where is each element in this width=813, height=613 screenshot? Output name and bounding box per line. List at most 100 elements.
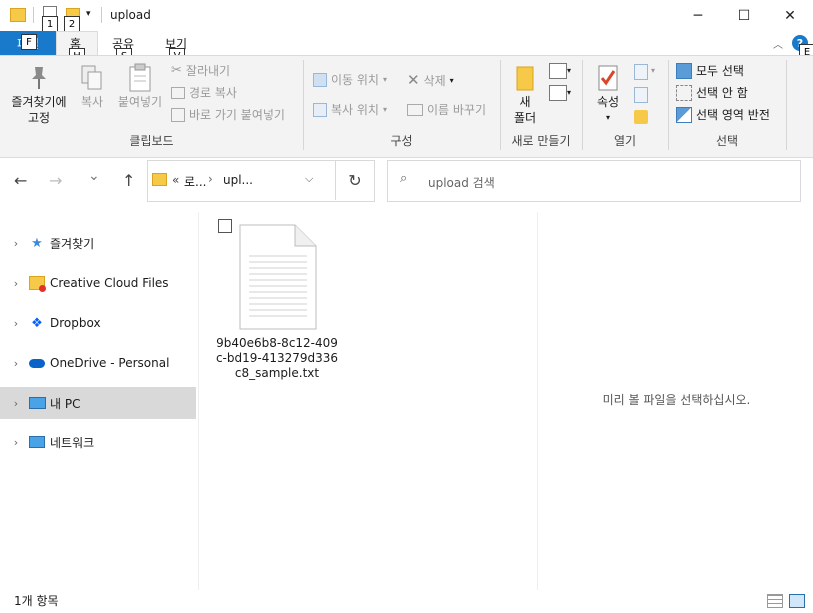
- sidebar-item-this-pc[interactable]: › 내 PC: [0, 387, 196, 419]
- sidebar-item-label: 내 PC: [50, 396, 81, 411]
- copy-button[interactable]: 복사: [74, 62, 110, 110]
- cut-label: 잘라내기: [185, 64, 231, 78]
- expand-chevron-icon[interactable]: ›: [4, 237, 28, 250]
- invert-selection-icon: [676, 106, 692, 123]
- sidebar-item-quick-access[interactable]: › ★ 즐겨찾기: [0, 227, 196, 259]
- edit-icon[interactable]: [634, 87, 648, 103]
- easy-access-icon[interactable]: [549, 85, 567, 101]
- paste-shortcut-button[interactable]: 바로 가기 붙여넣기: [171, 106, 285, 123]
- pane-divider: [537, 212, 538, 590]
- rename-icon: [407, 103, 423, 116]
- rename-button[interactable]: 이름 바꾸기: [407, 101, 486, 118]
- text-file-icon: [239, 224, 317, 330]
- properties-button[interactable]: 속성 ▾: [590, 62, 626, 126]
- sidebar-item-onedrive[interactable]: › OneDrive - Personal: [0, 347, 196, 379]
- breadcrumb-prefix[interactable]: «: [172, 173, 179, 187]
- group-clipboard: 클립보드: [129, 134, 174, 148]
- sidebar-item-network[interactable]: › 네트워크: [0, 426, 196, 458]
- scissors-icon: ✂: [171, 63, 182, 78]
- expand-chevron-icon[interactable]: ›: [4, 436, 28, 449]
- monitor-icon: [28, 395, 46, 411]
- details-view-icon[interactable]: [767, 594, 783, 608]
- paste-shortcut-icon: [171, 107, 185, 122]
- chevron-down-icon: ▾: [382, 105, 387, 114]
- large-icons-view-icon[interactable]: [789, 594, 805, 608]
- pin-label-1: 즐겨찾기에: [11, 95, 67, 109]
- expand-chevron-icon[interactable]: ›: [4, 277, 28, 290]
- up-button[interactable]: ↑: [122, 171, 135, 190]
- maximize-button[interactable]: ☐: [721, 0, 767, 31]
- breadcrumb-item[interactable]: upl...: [223, 173, 253, 187]
- minimize-button[interactable]: ─: [675, 0, 721, 31]
- new-folder-button[interactable]: 새 폴더: [506, 62, 544, 126]
- paste-shortcut-label: 바로 가기 붙여넣기: [189, 108, 285, 122]
- open-icon[interactable]: [634, 64, 648, 80]
- new-item-icon[interactable]: [549, 63, 567, 79]
- invert-selection-button[interactable]: 선택 영역 반전: [676, 106, 770, 123]
- new-folder-label-2: 폴더: [513, 111, 537, 125]
- qat-dropdown-icon[interactable]: ▾: [86, 9, 91, 19]
- expand-chevron-icon[interactable]: ›: [4, 357, 28, 370]
- sidebar-item-creative-cloud[interactable]: › Creative Cloud Files: [0, 267, 196, 299]
- copy-to-button[interactable]: 복사 위치 ▾: [313, 101, 387, 118]
- move-to-button[interactable]: 이동 위치 ▾: [313, 71, 387, 88]
- select-all-button[interactable]: 모두 선택: [676, 62, 744, 79]
- address-dropdown-icon[interactable]: ⌵: [305, 172, 313, 186]
- new-folder-icon: [516, 66, 534, 91]
- file-name-line: c-bd19-413279d336: [215, 351, 339, 365]
- refresh-button[interactable]: ↻: [335, 160, 374, 200]
- sidebar-item-label: 즐겨찾기: [50, 236, 95, 251]
- move-to-label: 이동 위치: [331, 73, 379, 87]
- search-input[interactable]: upload 검색: [428, 174, 495, 191]
- copy-path-label: 경로 복사: [189, 86, 237, 100]
- forward-button[interactable]: →: [49, 171, 62, 190]
- invert-selection-label: 선택 영역 반전: [696, 108, 770, 122]
- network-icon: [28, 434, 46, 450]
- copy-path-button[interactable]: 경로 복사: [171, 84, 237, 101]
- close-button[interactable]: ✕: [767, 0, 813, 31]
- qat-keytip-2: 2: [64, 16, 80, 32]
- breadcrumb-item[interactable]: 로...: [184, 173, 206, 190]
- pane-divider: [198, 212, 199, 590]
- group-organize: 구성: [390, 134, 413, 148]
- chevron-down-icon: ▾: [449, 75, 454, 85]
- search-icon: ⌕: [400, 171, 408, 186]
- sidebar-item-label: 네트워크: [50, 435, 95, 450]
- dropbox-icon: ❖: [31, 315, 43, 331]
- recent-locations-button[interactable]: ⌄: [88, 168, 100, 184]
- cut-button[interactable]: ✂ 잘라내기: [171, 62, 230, 79]
- copy-to-icon: [313, 102, 327, 117]
- expand-chevron-icon[interactable]: ›: [4, 317, 28, 330]
- chevron-down-icon: ▾: [605, 113, 610, 122]
- collapse-ribbon-icon[interactable]: ︿: [773, 36, 783, 51]
- select-none-icon: [676, 84, 692, 101]
- delete-button[interactable]: ✕ 삭제 ▾: [407, 71, 454, 89]
- properties-label: 속성: [596, 95, 620, 109]
- paste-icon: [129, 63, 151, 92]
- select-none-button[interactable]: 선택 안 함: [676, 84, 748, 101]
- qat-separator: [33, 7, 34, 23]
- title-separator: [101, 7, 102, 23]
- group-select: 선택: [715, 134, 739, 148]
- chevron-down-icon: ▾: [567, 88, 572, 97]
- preview-message: 미리 볼 파일을 선택하십시오.: [602, 393, 751, 407]
- creative-cloud-folder-icon: [28, 275, 46, 292]
- expand-chevron-icon[interactable]: ›: [4, 397, 28, 410]
- pin-to-quick-access-button[interactable]: 즐겨찾기에 고정: [6, 62, 72, 126]
- sidebar-item-label: Dropbox: [50, 316, 101, 330]
- new-folder-label-1: 새: [519, 95, 531, 109]
- qat-keytip-1: 1: [42, 16, 58, 32]
- file-name-line: 9b40e6b8-8c12-409: [216, 336, 338, 350]
- sidebar-item-label: OneDrive - Personal: [50, 356, 170, 370]
- pin-icon: [32, 67, 46, 89]
- cloud-icon: [28, 355, 46, 371]
- sidebar-item-dropbox[interactable]: › ❖ Dropbox: [0, 307, 196, 339]
- select-all-label: 모두 선택: [696, 64, 744, 78]
- history-icon[interactable]: [634, 110, 648, 124]
- back-button[interactable]: ←: [14, 171, 27, 190]
- file-item[interactable]: 9b40e6b8-8c12-409 c-bd19-413279d336 c8_s…: [212, 222, 342, 386]
- select-none-label: 선택 안 함: [696, 86, 748, 100]
- paste-button[interactable]: 붙여넣기: [113, 62, 167, 110]
- rename-label: 이름 바꾸기: [427, 103, 487, 117]
- chevron-down-icon: ▾: [651, 66, 656, 75]
